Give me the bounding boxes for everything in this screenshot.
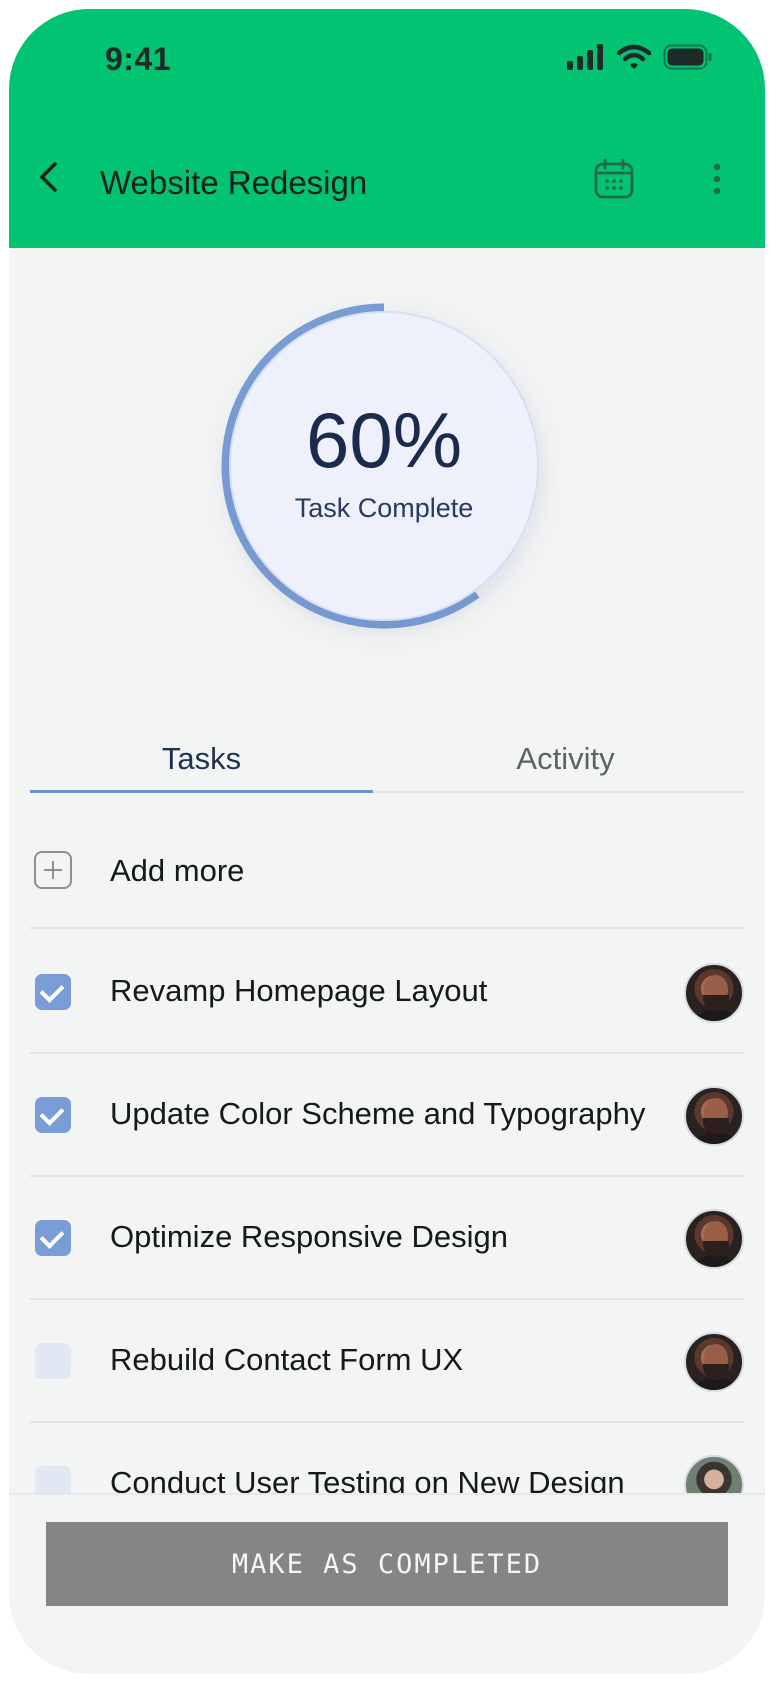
task-label: Revamp Homepage Layout bbox=[110, 973, 488, 1008]
progress-center: 60% Task Complete bbox=[229, 311, 539, 621]
status-time: 9:41 bbox=[105, 41, 172, 77]
task-label: Update Color Scheme and Typography bbox=[110, 1096, 646, 1131]
back-button[interactable] bbox=[27, 155, 71, 199]
battery-icon bbox=[663, 44, 712, 70]
wifi-icon bbox=[617, 44, 651, 69]
add-more-row[interactable]: Add more bbox=[30, 824, 744, 929]
tab-bar: Tasks Activity bbox=[30, 729, 744, 793]
status-icons bbox=[565, 43, 713, 71]
task-list: Revamp Homepage Layout Update Color Sche… bbox=[30, 931, 744, 1546]
task-checkbox-unchecked[interactable] bbox=[35, 1343, 71, 1379]
task-row[interactable]: Revamp Homepage Layout bbox=[30, 931, 744, 1054]
more-vertical-icon bbox=[713, 163, 721, 195]
progress-ring: 60% Task Complete bbox=[214, 296, 554, 636]
mark-completed-button[interactable]: MAKE AS COMPLETED bbox=[46, 1522, 728, 1606]
task-row[interactable]: Update Color Scheme and Typography bbox=[30, 1054, 744, 1177]
page-title: Website Redesign bbox=[100, 164, 368, 201]
task-checkbox-checked[interactable] bbox=[35, 1097, 71, 1133]
app-header: 9:41 Website Redesign bbox=[9, 9, 765, 248]
progress-percent: 60% bbox=[305, 395, 463, 484]
task-label: Optimize Responsive Design bbox=[110, 1219, 509, 1254]
phone-frame: 9:41 Website Redesign 60% Task Complete … bbox=[9, 9, 765, 1674]
assignee-avatar[interactable] bbox=[684, 963, 744, 1023]
assignee-avatar[interactable] bbox=[684, 1086, 744, 1146]
tab-tasks[interactable]: Tasks bbox=[30, 729, 373, 789]
more-options-button[interactable] bbox=[707, 161, 727, 201]
task-checkbox-checked[interactable] bbox=[35, 1220, 71, 1256]
calendar-icon bbox=[594, 158, 634, 199]
progress-label: Task Complete bbox=[294, 492, 474, 523]
assignee-avatar[interactable] bbox=[684, 1332, 744, 1392]
cellular-signal-icon bbox=[567, 44, 603, 70]
add-more-label: Add more bbox=[110, 853, 245, 888]
active-tab-indicator bbox=[30, 790, 373, 793]
bottom-action-bar: MAKE AS COMPLETED bbox=[9, 1493, 765, 1674]
assignee-avatar[interactable] bbox=[684, 1209, 744, 1269]
task-checkbox-checked[interactable] bbox=[35, 974, 71, 1010]
chevron-left-icon bbox=[40, 162, 57, 192]
task-label: Rebuild Contact Form UX bbox=[110, 1342, 464, 1377]
tab-activity[interactable]: Activity bbox=[387, 729, 744, 789]
task-row[interactable]: Optimize Responsive Design bbox=[30, 1177, 744, 1300]
add-icon bbox=[34, 851, 72, 889]
calendar-button[interactable] bbox=[592, 157, 636, 201]
task-row[interactable]: Rebuild Contact Form UX bbox=[30, 1300, 744, 1423]
